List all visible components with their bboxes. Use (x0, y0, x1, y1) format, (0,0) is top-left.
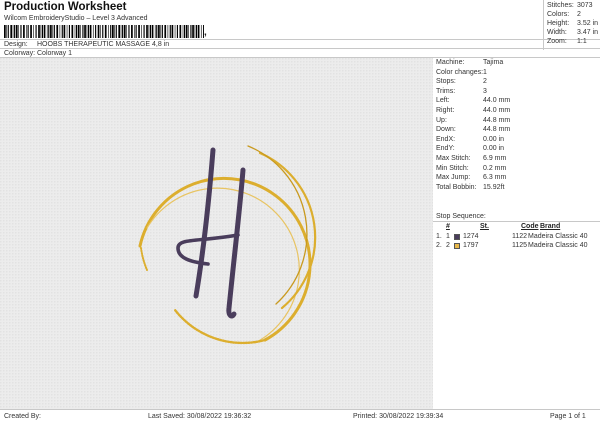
thread-color-swatch (454, 243, 460, 249)
property-value: 2 (483, 78, 487, 86)
property-value: 44.0 mm (483, 97, 511, 105)
property-label: Total Bobbin: (436, 183, 477, 191)
seq-row-brand: Madeira Classic 40 (528, 233, 588, 240)
seq-row-stitches: 1274 (463, 233, 479, 240)
seq-row-code: 1125 (512, 242, 528, 249)
height-value: 3.52 in (577, 20, 599, 27)
property-value: 3 (483, 87, 487, 95)
width-value: 3.47 in (577, 29, 599, 36)
property-value: 0.00 in (483, 135, 505, 143)
property-label: Max Jump: (436, 174, 471, 182)
seq-row-index: 2. (436, 242, 442, 249)
created-by: Created By: (4, 413, 41, 420)
seq-header-number: # (446, 223, 450, 230)
seq-header-stitches: St. (480, 223, 489, 230)
width-label: Width: (547, 29, 567, 36)
seq-row-number: 2 (446, 242, 450, 249)
property-label: Min Stitch: (436, 164, 469, 172)
last-saved: Last Saved: 30/08/2022 19:36:32 (148, 413, 252, 420)
property-value: 6.9 mm (483, 155, 507, 162)
design-preview (0, 58, 433, 409)
barcode-suffix: , (204, 27, 207, 38)
seq-row-index: 1. (436, 233, 442, 240)
printed-date: Printed: 30/08/2022 19:39:34 (353, 413, 444, 420)
divider (433, 221, 600, 222)
property-value: 1 (483, 68, 487, 76)
colors-label: Colors: (547, 11, 570, 18)
property-label: Machine: (436, 59, 465, 66)
embroidery-design (0, 58, 433, 409)
design-label: Design: (4, 41, 28, 48)
property-value: Tajima (483, 59, 504, 66)
colorway-label: Colorway: (4, 50, 36, 57)
colors-value: 2 (577, 11, 581, 18)
design-stats: Stitches: 3073 Colors: 2 Height: 3.52 in… (543, 0, 600, 50)
property-label: Up: (436, 116, 447, 124)
property-label: Stops: (436, 78, 456, 86)
software-subtitle: Wilcom EmbroideryStudio – Level 3 Advanc… (4, 15, 148, 22)
property-value: 44.8 mm (483, 116, 511, 124)
property-value: 0.2 mm (483, 164, 507, 172)
property-value: 15.92ft (483, 183, 505, 191)
seq-row-number: 1 (446, 233, 450, 240)
seq-row-stitches: 1797 (463, 242, 479, 249)
seq-row-brand: Madeira Classic 40 (528, 242, 588, 249)
properties-panel: Machine: Tajima Color changes: 1 Stops: 2 Trim… (433, 58, 600, 409)
property-value: 6.3 mm (483, 174, 507, 182)
zoom-value: 1:1 (577, 38, 587, 45)
page-number: Page 1 of 1 (550, 413, 586, 420)
stop-sequence-title: Stop Sequence: (436, 213, 486, 220)
property-label: Color changes: (436, 68, 484, 76)
design-value: HOOBS THERAPEUTIC MASSAGE 4,8 in (37, 41, 170, 48)
property-value: 44.0 mm (483, 107, 511, 114)
stitches-value: 3073 (577, 2, 593, 9)
zoom-label: Zoom: (547, 38, 567, 45)
colorway-value: Colorway 1 (37, 50, 73, 57)
thread-color-swatch (454, 234, 460, 240)
height-label: Height: (547, 20, 570, 27)
worksheet-footer: Created By: Last Saved: 30/08/2022 19:36… (0, 409, 600, 424)
property-label: EndY: (436, 145, 455, 153)
seq-header-code: Code (521, 223, 539, 230)
property-label: Left: (436, 97, 450, 105)
property-label: EndX: (436, 135, 456, 143)
stitches-label: Stitches: (547, 2, 574, 9)
worksheet-header: Production Worksheet Wilcom EmbroiderySt… (0, 0, 600, 58)
seq-row-code: 1122 (512, 233, 528, 240)
property-label: Trims: (436, 87, 456, 95)
property-label: Max Stitch: (436, 155, 471, 162)
property-value: 44.8 mm (483, 126, 511, 134)
property-label: Down: (436, 126, 456, 134)
seq-header-brand: Brand (540, 223, 561, 230)
property-label: Right: (436, 107, 455, 114)
page-title: Production Worksheet (4, 1, 127, 13)
divider (0, 39, 600, 40)
divider (0, 48, 600, 49)
property-value: 0.00 in (483, 145, 505, 153)
barcode (4, 25, 204, 38)
